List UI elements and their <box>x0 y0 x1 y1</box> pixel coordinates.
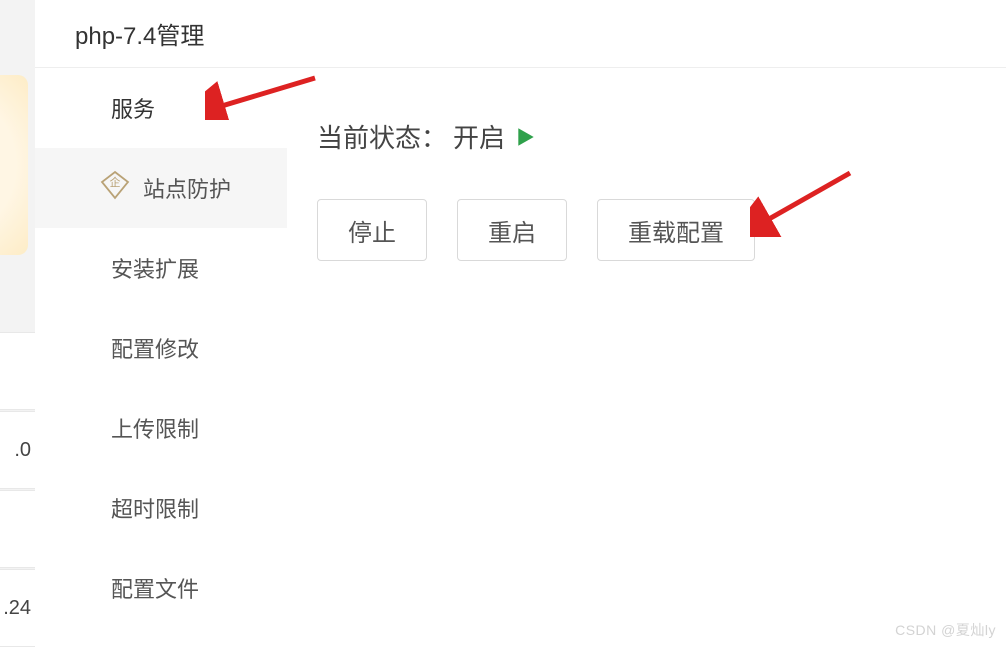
sidebar-item-label: 站点防护 <box>143 172 231 204</box>
background-row <box>0 490 35 568</box>
sidebar-item-config-modify[interactable]: 配置修改 <box>35 308 287 388</box>
sidebar-item-service[interactable]: 服务 <box>35 68 287 148</box>
stop-button[interactable]: 停止 <box>317 199 427 261</box>
sidebar-item-config-file[interactable]: 配置文件 <box>35 548 287 628</box>
sidebar: 服务 企 站点防护 安装扩展 配置修改 上传限制 <box>35 68 287 646</box>
background-row <box>0 332 35 410</box>
sidebar-item-label: 服务 <box>111 92 155 124</box>
sidebar-item-timeout-limit[interactable]: 超时限制 <box>35 468 287 548</box>
sidebar-item-site-protection[interactable]: 企 站点防护 <box>35 148 287 228</box>
modal-title: php-7.4管理 <box>75 16 204 51</box>
sidebar-item-install-extension[interactable]: 安装扩展 <box>35 228 287 308</box>
status-label: 当前状态： <box>317 118 447 155</box>
sidebar-item-label: 配置文件 <box>111 572 199 604</box>
content-panel: 当前状态： 开启 停止 重启 重载配置 <box>287 68 1006 646</box>
background-row-value: .0 <box>14 439 31 462</box>
sidebar-item-upload-limit[interactable]: 上传限制 <box>35 388 287 468</box>
restart-button[interactable]: 重启 <box>457 199 567 261</box>
background-avatar-edge <box>0 75 28 255</box>
watermark: CSDN @夏灿ly <box>895 620 996 640</box>
background-row: .0 <box>0 411 35 489</box>
background-row: .24 <box>0 569 35 647</box>
reload-config-button[interactable]: 重载配置 <box>597 199 755 261</box>
play-running-icon <box>515 126 537 148</box>
status-value: 开启 <box>453 118 505 155</box>
background-strip: .0 .24 <box>0 0 35 646</box>
sidebar-item-label: 配置修改 <box>111 332 199 364</box>
sidebar-item-label: 超时限制 <box>111 492 199 524</box>
background-row-value: .24 <box>3 597 31 620</box>
status-row: 当前状态： 开启 <box>317 118 976 155</box>
php-manage-modal: php-7.4管理 服务 企 站点防护 安装扩展 配置修改 <box>35 0 1006 646</box>
modal-header: php-7.4管理 <box>35 0 1006 68</box>
modal-body: 服务 企 站点防护 安装扩展 配置修改 上传限制 <box>35 68 1006 646</box>
svg-text:企: 企 <box>110 175 121 189</box>
button-row: 停止 重启 重载配置 <box>317 199 976 261</box>
sidebar-item-label: 安装扩展 <box>111 252 199 284</box>
diamond-enterprise-icon: 企 <box>99 169 131 207</box>
sidebar-item-label: 上传限制 <box>111 412 199 444</box>
